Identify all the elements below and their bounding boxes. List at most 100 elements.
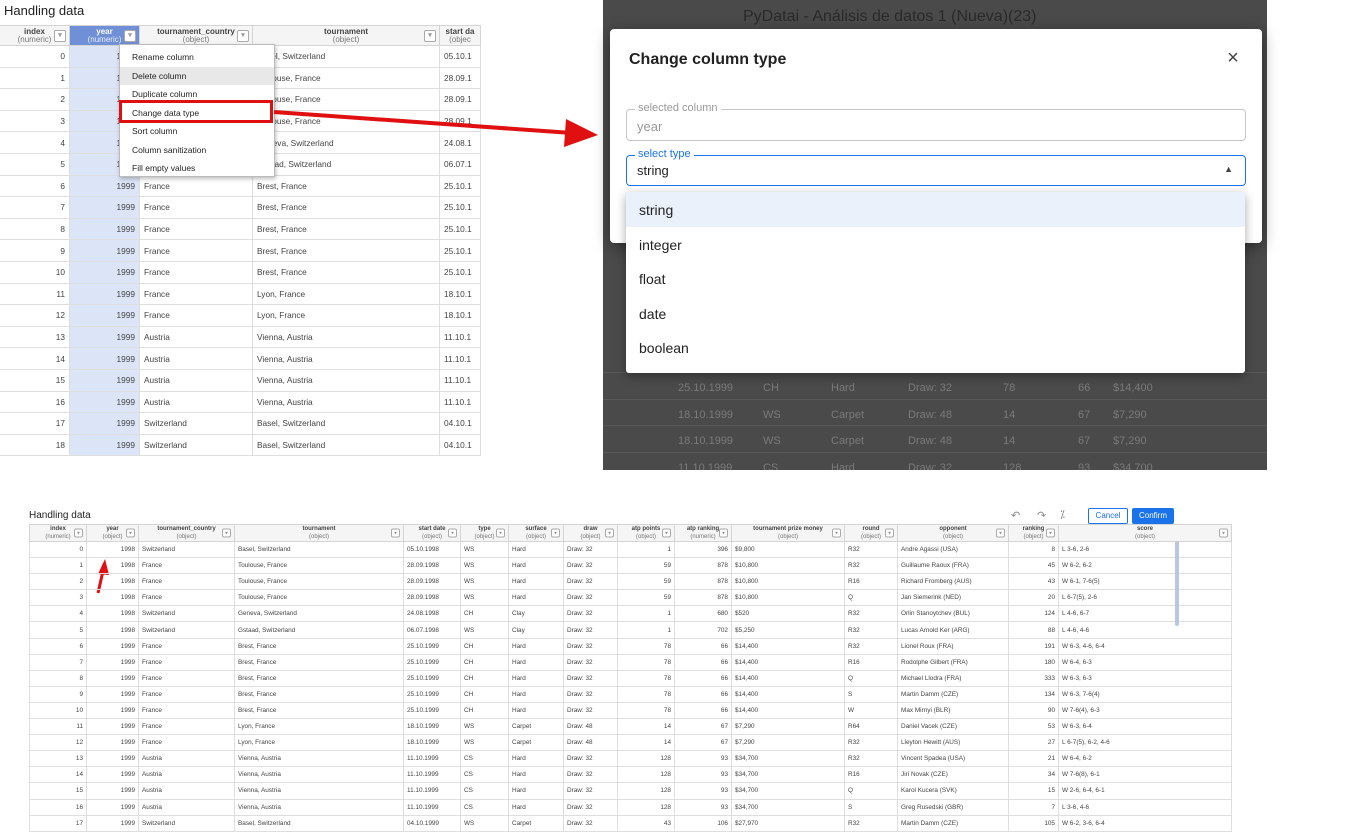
table-cell[interactable]: 1998 — [86, 540, 139, 559]
filter-icon[interactable]: ▾ — [662, 528, 671, 538]
table-cell[interactable]: 28.09.1998 — [403, 589, 461, 607]
table-cell[interactable]: $14,400 — [731, 701, 845, 720]
table-cell[interactable]: 105 — [1008, 814, 1059, 832]
table-cell[interactable]: R32 — [844, 734, 898, 752]
table-cell[interactable]: 1999 — [86, 701, 139, 720]
table-cell[interactable]: $14,400 — [731, 653, 845, 671]
table-cell[interactable]: 12 — [29, 734, 87, 752]
table-cell[interactable]: 1999 — [86, 734, 139, 752]
table-cell[interactable]: 67 — [674, 734, 732, 752]
table-cell[interactable]: Hard — [508, 685, 564, 703]
table-cell[interactable]: L 3-6, 4-6 — [1058, 798, 1232, 816]
table-cell[interactable]: $34,700 — [731, 782, 845, 800]
table-cell[interactable]: Martin Damm (CZE) — [897, 685, 1009, 703]
filter-icon[interactable]: ▾ — [605, 528, 614, 538]
table-cell[interactable]: $10,800 — [731, 557, 845, 575]
vertical-scrollbar[interactable] — [1175, 541, 1179, 626]
column-header[interactable]: start date (object) ▾ — [403, 524, 461, 542]
table-cell[interactable]: 34 — [1008, 766, 1059, 784]
table-cell[interactable]: Toulouse, France — [234, 589, 404, 607]
table-cell[interactable]: Andre Agassi (USA) — [897, 540, 1009, 559]
table-cell[interactable]: 93 — [674, 798, 732, 816]
table-cell[interactable]: Guillaume Raoux (FRA) — [897, 557, 1009, 575]
table-cell[interactable]: R32 — [844, 750, 898, 768]
table-row[interactable]: 12 1999 France Lyon, France 18.10.1999 WS Carp… — [29, 734, 1232, 752]
table-cell[interactable]: 66 — [674, 701, 732, 720]
table-cell[interactable]: Greg Rusedski (GBR) — [897, 798, 1009, 816]
table-cell[interactable]: 106 — [674, 814, 732, 832]
table-cell[interactable]: WS — [460, 573, 509, 591]
table-cell[interactable]: 18.10.1999 — [403, 718, 461, 736]
table-cell[interactable]: Hard — [508, 540, 564, 559]
table-cell[interactable]: Draw: 32 — [563, 637, 618, 655]
confirm-button[interactable]: Confirm — [1132, 508, 1174, 524]
table-row[interactable]: 11 1999 France Lyon, France 18.10.1999 WS Carp… — [29, 718, 1232, 736]
table-cell[interactable]: W 6-3, 6-3 — [1058, 669, 1232, 687]
table-cell[interactable]: France — [138, 557, 235, 575]
table-cell[interactable]: 1998 — [86, 621, 139, 639]
table-cell[interactable]: 13 — [29, 750, 87, 768]
table-cell[interactable]: W 6-2, 6-2 — [1058, 557, 1232, 575]
table-cell[interactable]: 128 — [617, 782, 675, 800]
table-cell[interactable]: 43 — [1008, 573, 1059, 591]
table-cell[interactable]: 66 — [674, 669, 732, 687]
table-cell[interactable]: W 7-6(8), 6-1 — [1058, 766, 1232, 784]
table-cell[interactable]: Jan Siemerink (NED) — [897, 589, 1009, 607]
table-cell[interactable]: S — [844, 685, 898, 703]
table-cell[interactable]: 9 — [29, 685, 87, 703]
table-cell[interactable]: 1 — [617, 621, 675, 639]
table-cell[interactable]: Orlin Stanoytchev (BUL) — [897, 605, 1009, 623]
table-cell[interactable]: W 6-3, 7-6(4) — [1058, 685, 1232, 703]
table-cell[interactable]: 59 — [617, 557, 675, 575]
table-cell[interactable]: 7 — [29, 653, 87, 671]
column-header[interactable]: score (object) ▾ — [1058, 524, 1232, 542]
table-row[interactable]: 41998SwitzerlandGeneva, Switzerland24.08… — [29, 605, 1232, 623]
table-cell[interactable]: 59 — [617, 589, 675, 607]
table-cell[interactable]: Brest, France — [234, 653, 404, 671]
table-cell[interactable]: Toulouse, France — [234, 573, 404, 591]
table-cell[interactable]: Rodolphe Gilbert (FRA) — [897, 653, 1009, 671]
table-cell[interactable]: Clay — [508, 605, 564, 623]
table-cell[interactable]: W 6-4, 6-3 — [1058, 653, 1232, 671]
magic-wand-icon[interactable]: ⁒ — [1060, 508, 1065, 521]
table-cell[interactable]: WS — [460, 557, 509, 575]
table-cell[interactable]: 66 — [674, 637, 732, 655]
table-cell[interactable]: $14,400 — [731, 669, 845, 687]
table-cell[interactable]: 25.10.1999 — [403, 653, 461, 671]
table-cell[interactable]: 180 — [1008, 653, 1059, 671]
table-cell[interactable]: $34,700 — [731, 766, 845, 784]
filter-icon[interactable]: ▾ — [1046, 528, 1055, 538]
table-row[interactable]: 13 1999 Austria Vienna, Austria 11.10.1999 CS… — [29, 750, 1232, 768]
table-cell[interactable]: 878 — [674, 573, 732, 591]
table-cell[interactable]: 8 — [1008, 540, 1059, 559]
table-cell[interactable]: 27 — [1008, 734, 1059, 752]
table-cell[interactable]: 10 — [29, 701, 87, 720]
table-cell[interactable]: Vincent Spadea (USA) — [897, 750, 1009, 768]
table-cell[interactable]: W 6-3, 4-6, 6-4 — [1058, 637, 1232, 655]
table-cell[interactable]: 78 — [617, 669, 675, 687]
table-cell[interactable]: France — [138, 685, 235, 703]
table-cell[interactable]: Toulouse, France — [234, 557, 404, 575]
table-cell[interactable]: 28.09.1998 — [403, 573, 461, 591]
filter-icon[interactable]: ▾ — [126, 528, 135, 538]
table-cell[interactable]: Hard — [508, 573, 564, 591]
table-cell[interactable]: 1999 — [86, 814, 139, 832]
table-cell[interactable]: 128 — [617, 766, 675, 784]
table-cell[interactable]: Hard — [508, 750, 564, 768]
table-cell[interactable]: Draw: 32 — [563, 750, 618, 768]
table-cell[interactable]: $14,400 — [731, 637, 845, 655]
table-cell[interactable]: 17 — [29, 814, 87, 832]
table-cell[interactable]: 66 — [674, 653, 732, 671]
table-cell[interactable]: CH — [460, 637, 509, 655]
table-cell[interactable]: CS — [460, 766, 509, 784]
table-row[interactable]: 8 1999 France Brest, France 25.10.1999 CH Hard… — [29, 669, 1232, 687]
table-cell[interactable]: Michael Llodra (FRA) — [897, 669, 1009, 687]
table-cell[interactable]: W 2-6, 6-4, 6-1 — [1058, 782, 1232, 800]
table-cell[interactable]: R64 — [844, 718, 898, 736]
table-cell[interactable]: Austria — [138, 750, 235, 768]
table-cell[interactable]: 25.10.1999 — [403, 637, 461, 655]
table-cell[interactable]: $27,970 — [731, 814, 845, 832]
table-cell[interactable]: Lionel Roux (FRA) — [897, 637, 1009, 655]
table-cell[interactable]: S — [844, 798, 898, 816]
table-cell[interactable]: Draw: 32 — [563, 621, 618, 639]
